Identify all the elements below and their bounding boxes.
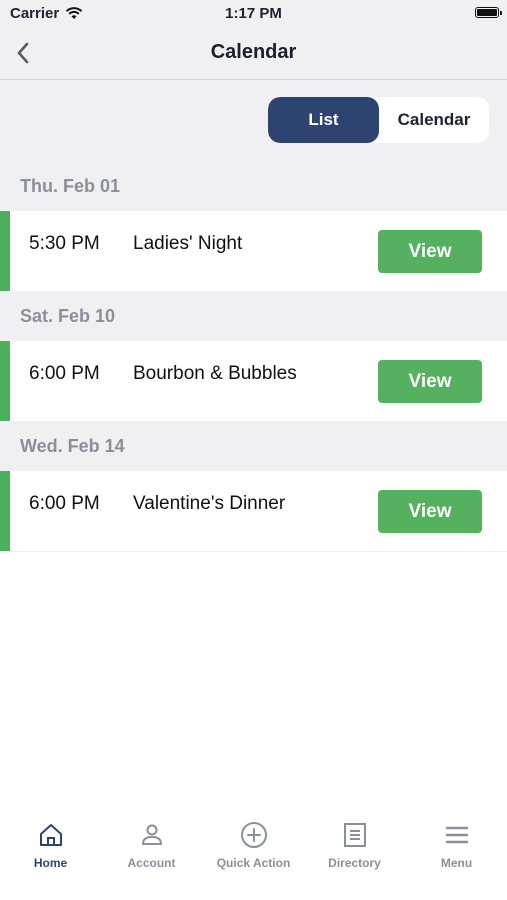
view-button[interactable]: View: [378, 360, 482, 403]
event-accent-bar: [0, 341, 10, 421]
tab-directory[interactable]: Directory: [304, 818, 405, 870]
event-accent-bar: [0, 471, 10, 551]
tab-quick-action[interactable]: Quick Action: [203, 818, 304, 870]
event-name: Valentine's Dinner: [133, 493, 286, 514]
event-row[interactable]: 5:30 PM Ladies' Night View: [0, 211, 507, 291]
event-time: 6:00 PM: [29, 493, 100, 514]
directory-icon: [343, 823, 366, 847]
battery-icon: [475, 7, 502, 18]
view-button[interactable]: View: [378, 230, 482, 273]
tab-label: Menu: [440, 856, 473, 870]
account-icon: [141, 824, 162, 845]
tab-home[interactable]: Home: [0, 818, 101, 870]
event-name: Ladies' Night: [133, 233, 243, 254]
date-header: Sat. Feb 10: [20, 305, 116, 326]
list-view-tab[interactable]: List: [268, 97, 379, 143]
event-section: Thu. Feb 01 5:30 PM Ladies' Night View: [0, 161, 507, 291]
event-time: 6:00 PM: [29, 363, 100, 384]
tab-label: Account: [127, 856, 176, 870]
tab-bar: Home Account Quick Action Directory Menu: [0, 800, 507, 900]
event-row[interactable]: 6:00 PM Valentine's Dinner View: [0, 471, 507, 551]
view-mode-toggle: List Calendar: [268, 97, 489, 143]
event-row[interactable]: 6:00 PM Bourbon & Bubbles View: [0, 341, 507, 421]
tab-label: Home: [33, 856, 68, 870]
tab-label: Directory: [328, 856, 381, 870]
home-icon: [39, 824, 62, 846]
date-header: Thu. Feb 01: [20, 175, 121, 196]
date-header: Wed. Feb 14: [20, 435, 125, 456]
menu-icon: [445, 826, 468, 844]
view-button[interactable]: View: [378, 490, 482, 533]
status-bar: Carrier 1:17 PM: [0, 0, 507, 28]
tab-menu[interactable]: Menu: [406, 818, 507, 870]
tab-label: Quick Action: [216, 856, 291, 870]
navigation-bar: Calendar: [0, 28, 507, 80]
status-time: 1:17 PM: [225, 5, 282, 22]
calendar-view-tab[interactable]: Calendar: [379, 97, 489, 143]
event-time: 5:30 PM: [29, 233, 100, 254]
event-section: Wed. Feb 14 6:00 PM Valentine's Dinner V…: [0, 421, 507, 551]
plus-circle-icon: [240, 822, 267, 848]
event-accent-bar: [0, 211, 10, 291]
event-section: Sat. Feb 10 6:00 PM Bourbon & Bubbles Vi…: [0, 291, 507, 421]
page-title: Calendar: [210, 41, 297, 63]
event-name: Bourbon & Bubbles: [133, 363, 297, 384]
tab-account[interactable]: Account: [101, 818, 202, 870]
